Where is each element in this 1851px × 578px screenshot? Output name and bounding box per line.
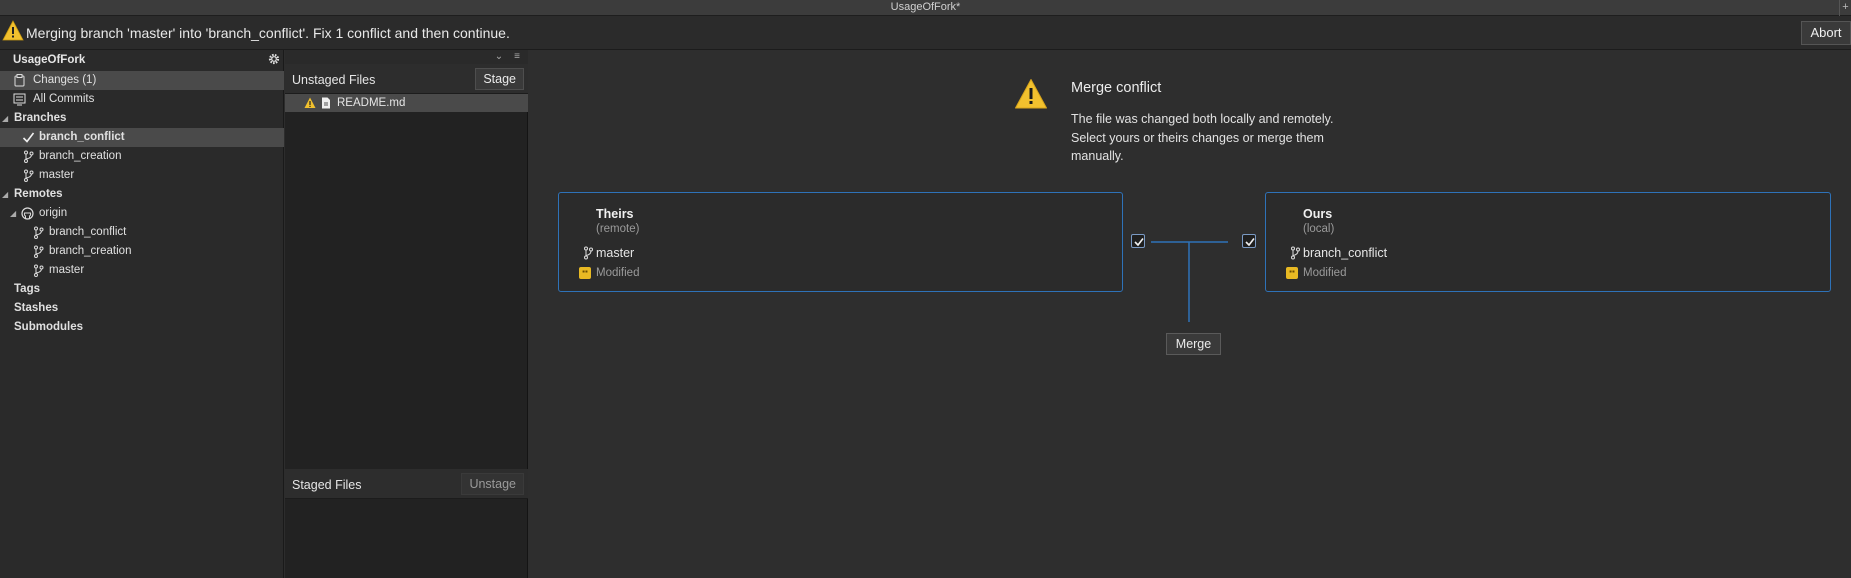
branch-icon (24, 169, 34, 182)
branch-icon (34, 226, 44, 239)
section-label: Submodules (14, 321, 84, 333)
abort-button[interactable]: Abort (1801, 21, 1851, 45)
merge-connector (1151, 241, 1228, 322)
branch-icon (24, 150, 34, 163)
card-subtitle: (local) (1303, 223, 1335, 235)
unstage-button[interactable]: Unstage (461, 473, 524, 495)
window-titlebar: UsageOfFork* + (0, 0, 1851, 16)
changes-icon (14, 74, 25, 87)
branch-label: branch_creation (49, 245, 132, 257)
repo-name: UsageOfFork (13, 54, 86, 66)
branch-icon (34, 245, 44, 258)
staged-files-title: Staged Files (292, 478, 362, 492)
checkmark-icon (1134, 238, 1144, 247)
conflict-title: Merge conflict (1071, 80, 1162, 96)
branch-label: branch_conflict (39, 131, 125, 143)
sidebar-item-branch-conflict[interactable]: branch_conflict (0, 128, 284, 147)
remote-label: origin (39, 207, 68, 219)
branch-label: branch_creation (39, 150, 122, 162)
card-branch: master (596, 246, 635, 260)
checkmark-icon (22, 132, 35, 143)
collapse-all-icon[interactable]: ⌄ (493, 51, 505, 63)
file-name: README.md (337, 97, 406, 109)
modified-badge-icon: ▪▪ (1286, 267, 1298, 279)
file-panel-toolbar: ⌄ ≡ (285, 50, 528, 64)
conflict-warning-icon (304, 97, 316, 108)
banner-message: Merging branch 'master' into 'branch_con… (26, 25, 510, 41)
branch-icon (34, 264, 44, 277)
sidebar-section-tags[interactable]: Tags (0, 280, 284, 299)
file-row-readme[interactable]: README.md (285, 94, 528, 112)
branch-icon (584, 246, 593, 260)
branch-label: master (39, 169, 75, 181)
branch-icon (1291, 246, 1300, 260)
unstaged-files-title: Unstaged Files (292, 73, 376, 87)
merge-banner: Merging branch 'master' into 'branch_con… (0, 16, 1851, 50)
card-title: Ours (1303, 207, 1333, 221)
card-title: Theirs (596, 207, 634, 221)
sidebar-header: UsageOfFork (0, 50, 284, 70)
merge-button[interactable]: Merge (1166, 333, 1221, 355)
window-title: UsageOfFork* (890, 1, 961, 13)
collapse-triangle-icon[interactable]: ◢ (2, 185, 8, 204)
sidebar-section-submodules[interactable]: Submodules (0, 318, 284, 337)
commits-icon (13, 93, 26, 106)
gear-icon[interactable] (267, 52, 281, 66)
sidebar-item-branch-master[interactable]: master (0, 166, 284, 185)
sidebar-item-label: All Commits (33, 93, 95, 105)
document-icon (322, 97, 330, 109)
collapse-triangle-icon[interactable]: ◢ (2, 109, 8, 128)
branch-label: branch_conflict (49, 226, 127, 238)
conflict-description: The file was changed both locally and re… (1071, 112, 1334, 163)
sidebar-item-label: Changes (1) (33, 74, 97, 86)
window-corner-button[interactable]: + (1839, 0, 1851, 16)
ours-checkbox[interactable] (1242, 234, 1256, 248)
sidebar-item-remote-master[interactable]: master (0, 261, 284, 280)
checkmark-icon (1245, 238, 1255, 247)
sidebar-item-changes[interactable]: Changes (1) (0, 71, 284, 90)
section-label: Remotes (14, 188, 63, 200)
branch-label: master (49, 264, 85, 276)
sidebar: UsageOfFork Changes (1) All Commits ◢ Br… (0, 50, 284, 578)
merge-conflict-view: Merge conflict The file was changed both… (528, 50, 1851, 578)
file-panel: ⌄ ≡ Unstaged Files Stage README.md Stage… (285, 50, 528, 578)
theirs-checkbox[interactable] (1131, 234, 1145, 248)
staged-files-header: Staged Files Unstage (285, 469, 528, 499)
modified-badge-icon: ▪▪ (579, 267, 591, 279)
github-icon (21, 207, 34, 220)
card-status: Modified (596, 267, 640, 279)
sidebar-item-all-commits[interactable]: All Commits (0, 90, 284, 109)
sidebar-section-branches[interactable]: ◢ Branches (0, 109, 284, 128)
sidebar-section-stashes[interactable]: Stashes (0, 299, 284, 318)
card-subtitle: (remote) (596, 223, 640, 235)
sidebar-item-remote-branch-creation[interactable]: branch_creation (0, 242, 284, 261)
view-options-icon[interactable]: ≡ (511, 51, 523, 63)
card-status: Modified (1303, 267, 1347, 279)
warning-icon (2, 20, 24, 41)
section-label: Tags (14, 283, 40, 295)
unstaged-files-header: Unstaged Files Stage (285, 64, 528, 94)
section-label: Branches (14, 112, 67, 124)
sidebar-item-remote-origin[interactable]: ◢ origin (0, 204, 284, 223)
sidebar-item-branch-creation[interactable]: branch_creation (0, 147, 284, 166)
collapse-triangle-icon[interactable]: ◢ (10, 204, 16, 223)
warning-icon (1015, 79, 1047, 109)
ours-card[interactable]: Ours (local) branch_conflict ▪▪ Modified (1265, 192, 1831, 292)
section-label: Stashes (14, 302, 59, 314)
sidebar-item-remote-branch-conflict[interactable]: branch_conflict (0, 223, 284, 242)
stage-button[interactable]: Stage (475, 68, 524, 90)
theirs-card[interactable]: Theirs (remote) master ▪▪ Modified (558, 192, 1123, 292)
sidebar-section-remotes[interactable]: ◢ Remotes (0, 185, 284, 204)
card-branch: branch_conflict (1303, 246, 1388, 260)
